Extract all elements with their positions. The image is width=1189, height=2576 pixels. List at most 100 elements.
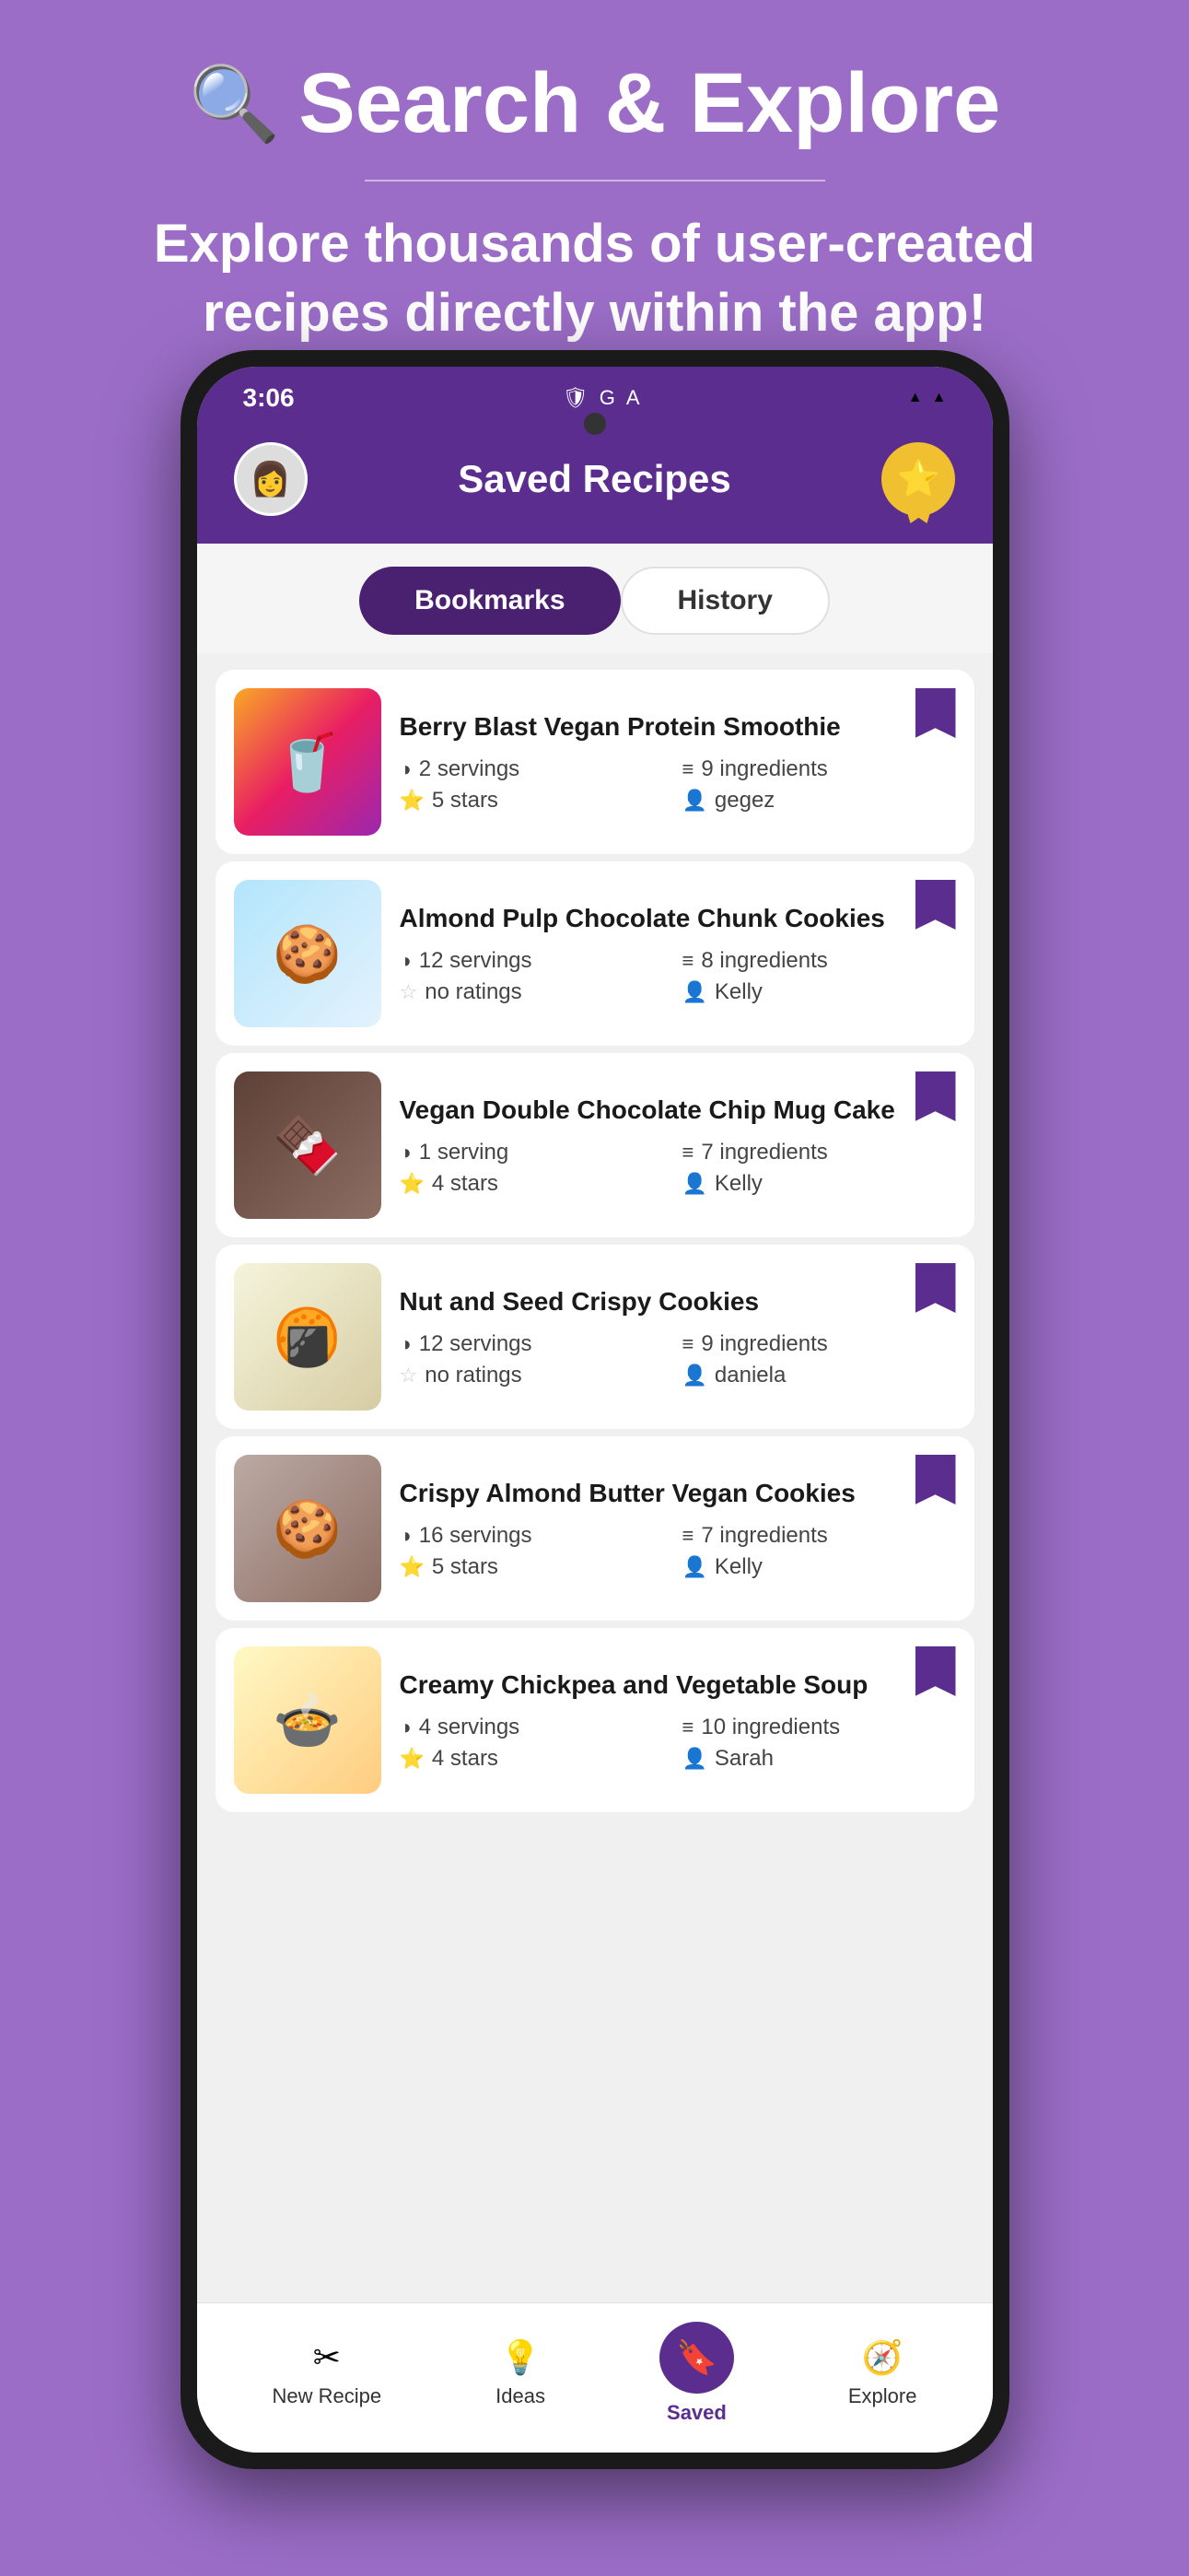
ingredients-text: 8 ingredients xyxy=(701,948,827,974)
nav-item-explore[interactable]: 🧭 Explore xyxy=(848,2338,917,2408)
badge-ribbon xyxy=(904,505,932,523)
recipe-name: Almond Pulp Chocolate Chunk Cookies xyxy=(400,902,956,935)
recipe-card[interactable]: 🍪 Crispy Almond Butter Vegan Cookies ◑ 1… xyxy=(216,1436,974,1621)
servings-icon: ◑ xyxy=(400,757,412,781)
header-title: Saved Recipes xyxy=(458,457,731,501)
author: 👤 Kelly xyxy=(682,979,956,1005)
author-icon: 👤 xyxy=(682,1555,707,1579)
servings-text: 4 servings xyxy=(419,1715,519,1740)
servings-text: 12 servings xyxy=(419,948,532,974)
hero-title-text: Search & Explore xyxy=(298,55,1000,152)
nav-label: Ideas xyxy=(495,2384,545,2408)
author-icon: 👤 xyxy=(682,1747,707,1771)
ingredients-icon: ≡ xyxy=(682,1715,694,1739)
servings: ◑ 2 servings xyxy=(400,756,673,782)
author-name: Sarah xyxy=(715,1746,774,1772)
ingredients-text: 10 ingredients xyxy=(701,1715,840,1740)
star-icon: ⭐ xyxy=(400,1172,425,1196)
ingredients: ≡ 9 ingredients xyxy=(682,1331,956,1357)
magnifier-icon: 🔍 xyxy=(189,61,281,147)
recipe-info: Creamy Chickpea and Vegetable Soup ◑ 4 s… xyxy=(400,1669,956,1772)
servings: ◑ 4 servings xyxy=(400,1715,673,1740)
servings-text: 12 servings xyxy=(419,1331,532,1357)
rating: ⭐ 4 stars xyxy=(400,1746,673,1772)
author-name: Kelly xyxy=(715,1171,763,1197)
recipe-image: 🍫 xyxy=(234,1071,381,1219)
recipe-image: 🍘 xyxy=(234,1263,381,1411)
recipe-name: Vegan Double Chocolate Chip Mug Cake xyxy=(400,1094,956,1127)
ingredients-icon: ≡ xyxy=(682,1141,694,1165)
recipe-image: 🍪 xyxy=(234,1455,381,1602)
author: 👤 gegez xyxy=(682,788,956,814)
author-icon: 👤 xyxy=(682,980,707,1004)
recipe-meta: ◑ 2 servings ≡ 9 ingredients ⭐ 5 stars 👤… xyxy=(400,756,956,814)
ingredients: ≡ 7 ingredients xyxy=(682,1523,956,1549)
camera-notch xyxy=(584,413,606,435)
servings-text: 16 servings xyxy=(419,1523,532,1549)
nav-item-ideas[interactable]: 💡 Ideas xyxy=(495,2338,545,2408)
tab-history[interactable]: History xyxy=(621,567,830,635)
recipe-meta: ◑ 4 servings ≡ 10 ingredients ⭐ 4 stars … xyxy=(400,1715,956,1772)
servings-icon: ◑ xyxy=(400,949,412,973)
nav-icon: 🧭 xyxy=(862,2338,903,2377)
recipe-name: Crispy Almond Butter Vegan Cookies xyxy=(400,1477,956,1510)
nav-icon: ✂ xyxy=(313,2338,341,2377)
rating: ⭐ 5 stars xyxy=(400,788,673,814)
author-name: gegez xyxy=(715,788,775,814)
ingredients: ≡ 10 ingredients xyxy=(682,1715,956,1740)
nav-label: Saved xyxy=(667,2401,727,2425)
ingredients: ≡ 7 ingredients xyxy=(682,1140,956,1165)
author: 👤 Kelly xyxy=(682,1171,956,1197)
star-icon: ☆ xyxy=(400,980,418,1004)
hero-divider xyxy=(365,180,825,181)
user-avatar[interactable]: 👩 xyxy=(234,442,308,516)
recipe-card[interactable]: 🍘 Nut and Seed Crispy Cookies ◑ 12 servi… xyxy=(216,1245,974,1429)
recipe-info: Crispy Almond Butter Vegan Cookies ◑ 16 … xyxy=(400,1477,956,1580)
rating-text: 5 stars xyxy=(432,788,498,814)
recipe-card[interactable]: 🍲 Creamy Chickpea and Vegetable Soup ◑ 4… xyxy=(216,1628,974,1812)
recipe-card[interactable]: 🍪 Almond Pulp Chocolate Chunk Cookies ◑ … xyxy=(216,861,974,1046)
servings-icon: ◑ xyxy=(400,1332,412,1356)
nav-item-new-recipe[interactable]: ✂ New Recipe xyxy=(273,2338,382,2408)
recipe-card[interactable]: 🍫 Vegan Double Chocolate Chip Mug Cake ◑… xyxy=(216,1053,974,1237)
tab-bar: Bookmarks History xyxy=(197,544,993,653)
servings: ◑ 16 servings xyxy=(400,1523,673,1549)
rating-text: no ratings xyxy=(425,979,521,1005)
ingredients-icon: ≡ xyxy=(682,1332,694,1356)
tab-bookmarks[interactable]: Bookmarks xyxy=(359,567,620,635)
recipe-name: Creamy Chickpea and Vegetable Soup xyxy=(400,1669,956,1702)
author-icon: 👤 xyxy=(682,789,707,813)
recipe-meta: ◑ 12 servings ≡ 9 ingredients ☆ no ratin… xyxy=(400,1331,956,1388)
rating-text: 5 stars xyxy=(432,1554,498,1580)
rating-text: no ratings xyxy=(425,1363,521,1388)
author-icon: 👤 xyxy=(682,1364,707,1388)
phone-frame: 3:06 🛡 G A ▲ ▲ 👩 Saved Recipes ⭐ Bookmar… xyxy=(181,350,1009,2469)
google-icon: G xyxy=(600,386,615,410)
recipe-image: 🥤 xyxy=(234,688,381,836)
status-time: 3:06 xyxy=(243,383,295,413)
badge-icon[interactable]: ⭐ xyxy=(881,442,955,516)
author-icon: 👤 xyxy=(682,1172,707,1196)
status-right: ▲ ▲ xyxy=(908,390,947,406)
hero-section: 🔍 Search & Explore Explore thousands of … xyxy=(0,0,1189,385)
arrow-icon: A xyxy=(626,386,640,410)
rating: ⭐ 5 stars xyxy=(400,1554,673,1580)
rating-text: 4 stars xyxy=(432,1171,498,1197)
recipe-list[interactable]: 🥤 Berry Blast Vegan Protein Smoothie ◑ 2… xyxy=(197,653,993,2302)
rating: ⭐ 4 stars xyxy=(400,1171,673,1197)
recipe-info: Vegan Double Chocolate Chip Mug Cake ◑ 1… xyxy=(400,1094,956,1197)
star-icon: ⭐ xyxy=(400,789,425,813)
servings: ◑ 12 servings xyxy=(400,1331,673,1357)
nav-item-saved[interactable]: 🔖 Saved xyxy=(659,2322,734,2425)
hero-subtitle: Explore thousands of user-created recipe… xyxy=(74,209,1115,348)
phone-screen: 3:06 🛡 G A ▲ ▲ 👩 Saved Recipes ⭐ Bookmar… xyxy=(197,367,993,2453)
rating-text: 4 stars xyxy=(432,1746,498,1772)
servings-icon: ◑ xyxy=(400,1141,412,1165)
author: 👤 Kelly xyxy=(682,1554,956,1580)
recipe-meta: ◑ 16 servings ≡ 7 ingredients ⭐ 5 stars … xyxy=(400,1523,956,1580)
author-name: Kelly xyxy=(715,1554,763,1580)
hero-title: 🔍 Search & Explore xyxy=(74,55,1115,152)
recipe-card[interactable]: 🥤 Berry Blast Vegan Protein Smoothie ◑ 2… xyxy=(216,670,974,854)
nav-icon: 🔖 xyxy=(676,2338,717,2376)
shield-icon: 🛡 xyxy=(563,386,589,410)
